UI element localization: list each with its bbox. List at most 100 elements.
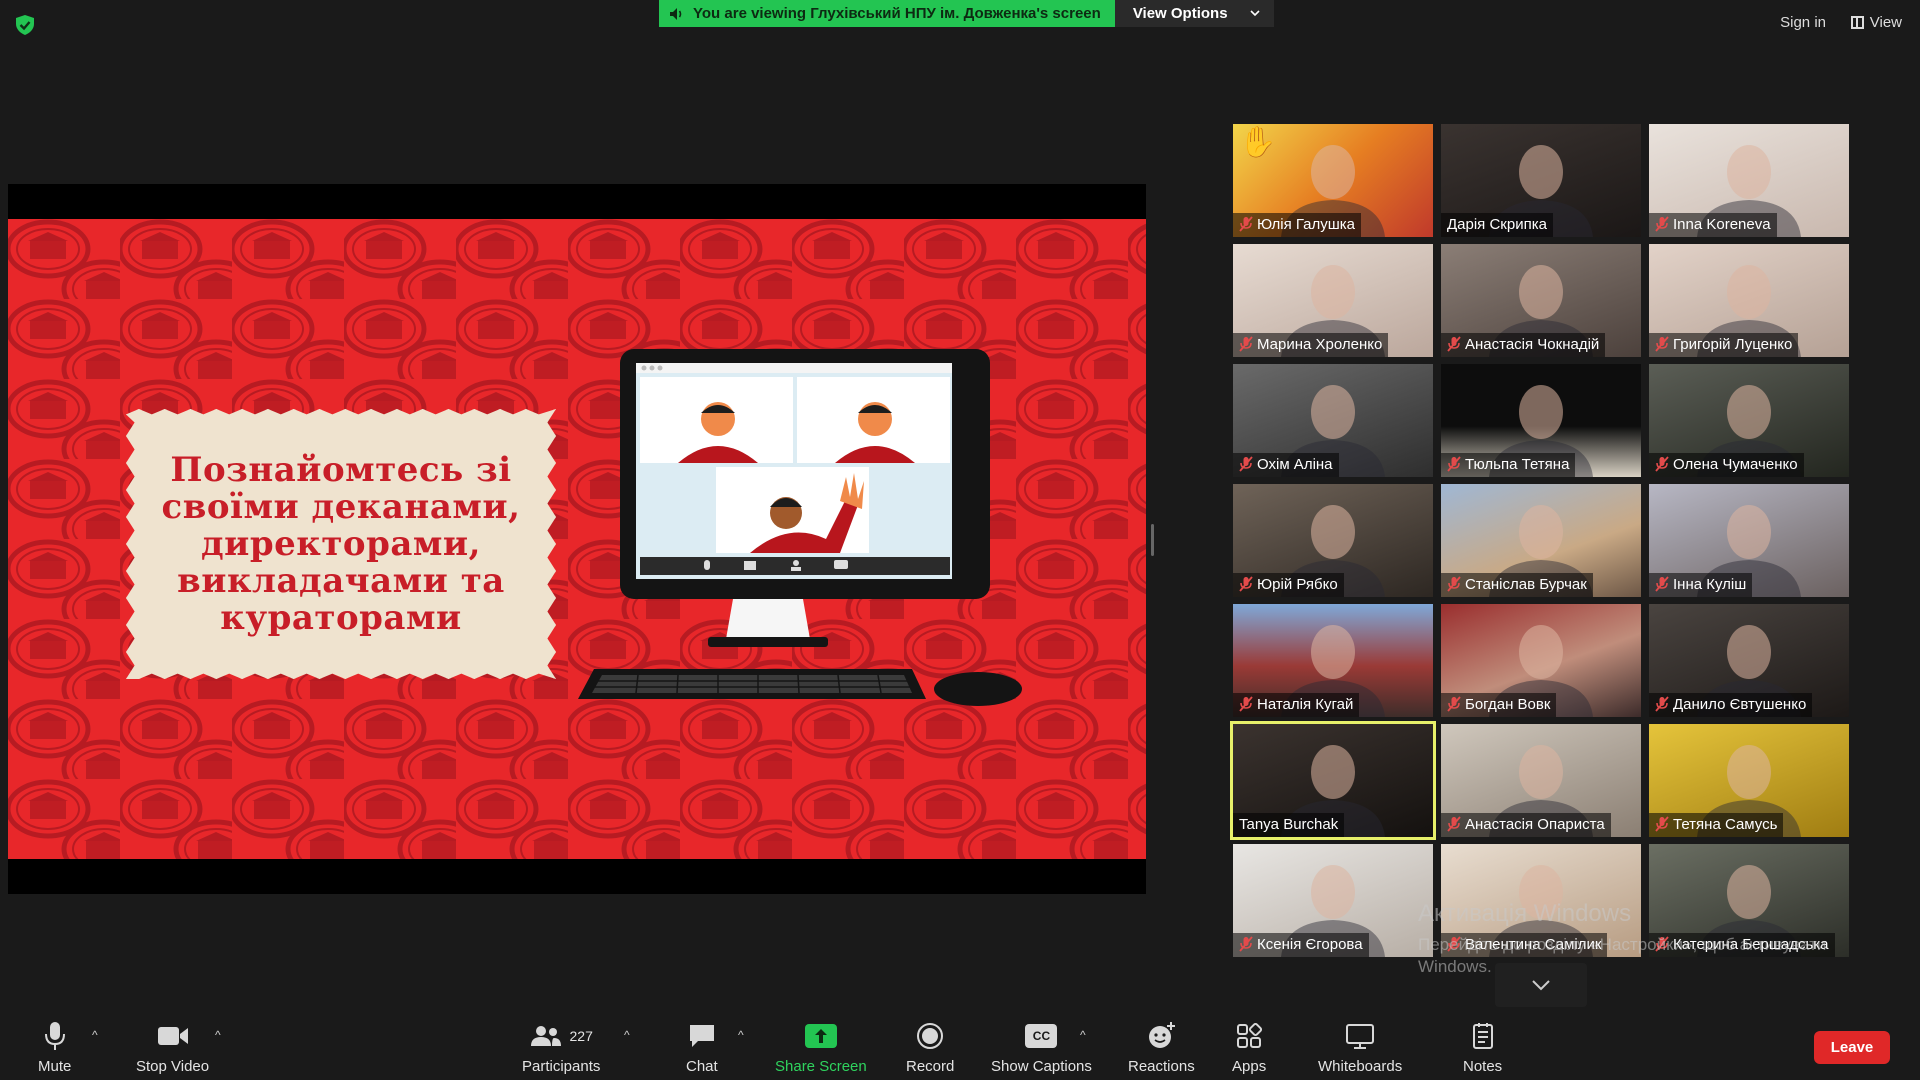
mute-label: Mute xyxy=(38,1058,72,1075)
participant-name-label: Ксенія Єгорова xyxy=(1233,933,1369,957)
stop-video-button[interactable]: Stop Video xyxy=(136,1020,209,1075)
participant-tile[interactable]: Охім Аліна xyxy=(1233,364,1433,477)
participant-tile[interactable]: Інна Куліш xyxy=(1649,484,1849,597)
record-button[interactable]: Record xyxy=(906,1020,954,1075)
whiteboard-icon xyxy=(1346,1024,1375,1049)
participant-name: Анастасія Чокнадій xyxy=(1465,335,1600,353)
audio-options-caret[interactable]: ^ xyxy=(92,1028,98,1042)
participant-name: Дарія Скрипка xyxy=(1447,215,1547,233)
participant-name-label: Богдан Вовк xyxy=(1441,693,1557,717)
participants-icon xyxy=(530,1026,561,1046)
notes-button[interactable]: Notes xyxy=(1463,1020,1502,1075)
participant-tile[interactable]: Ксенія Єгорова xyxy=(1233,844,1433,957)
watermark-title: Активація Windows xyxy=(1418,900,1632,927)
muted-microphone-icon xyxy=(1447,576,1461,592)
muted-microphone-icon xyxy=(1447,336,1461,352)
video-options-caret[interactable]: ^ xyxy=(215,1028,221,1042)
participant-name: Інна Куліш xyxy=(1673,575,1747,593)
participant-name: Наталія Кугай xyxy=(1257,695,1354,713)
participant-tile[interactable]: ✋ Юлія Галушка xyxy=(1233,124,1433,237)
participant-name: Юрій Рябко xyxy=(1257,575,1338,593)
participant-name-label: Олена Чумаченко xyxy=(1649,453,1804,477)
participant-tile[interactable]: Тетяна Самусь xyxy=(1649,724,1849,837)
participant-tile[interactable]: Станіслав Бурчак xyxy=(1441,484,1641,597)
gallery-next-page-button[interactable] xyxy=(1495,963,1587,1007)
participant-name: Данило Євтушенко xyxy=(1673,695,1807,713)
microphone-icon xyxy=(44,1022,65,1050)
participant-name-label: Анастасія Опариста xyxy=(1441,813,1611,837)
participant-tile[interactable]: Наталія Кугай xyxy=(1233,604,1433,717)
participant-name-label: Станіслав Бурчак xyxy=(1441,573,1593,597)
reactions-button[interactable]: Reactions xyxy=(1128,1020,1195,1075)
participant-name: Ксенія Єгорова xyxy=(1257,935,1363,953)
view-layout-icon xyxy=(1850,16,1864,29)
participant-name-label: Tanya Burchak xyxy=(1233,813,1345,837)
participant-tile[interactable]: Олена Чумаченко xyxy=(1649,364,1849,477)
participant-name: Марина Хроленко xyxy=(1257,335,1383,353)
captions-options-caret[interactable]: ^ xyxy=(1080,1028,1086,1042)
show-captions-button[interactable]: CC Show Captions xyxy=(991,1020,1092,1075)
participant-tile[interactable]: Анастасія Опариста xyxy=(1441,724,1641,837)
participant-tile[interactable]: Марина Хроленко xyxy=(1233,244,1433,357)
participants-label: Participants xyxy=(522,1058,601,1075)
record-label: Record xyxy=(906,1058,955,1075)
participant-tile[interactable]: Юрій Рябко xyxy=(1233,484,1433,597)
security-shield-icon[interactable] xyxy=(14,14,36,36)
participant-tile[interactable]: Григорій Луценко xyxy=(1649,244,1849,357)
stop-video-label: Stop Video xyxy=(136,1058,210,1075)
participant-tile[interactable]: Тюльпа Тетяна xyxy=(1441,364,1641,477)
notes-label: Notes xyxy=(1463,1058,1503,1075)
participant-name: Тюльпа Тетяна xyxy=(1465,455,1570,473)
whiteboards-label: Whiteboards xyxy=(1318,1058,1403,1075)
participant-name-label: Данило Євтушенко xyxy=(1649,693,1813,717)
apps-label: Apps xyxy=(1232,1058,1267,1075)
share-screen-icon xyxy=(804,1024,837,1048)
participant-name: Григорій Луценко xyxy=(1673,335,1793,353)
chat-label: Chat xyxy=(686,1058,718,1075)
muted-microphone-icon xyxy=(1447,816,1461,832)
participant-name-label: Охім Аліна xyxy=(1233,453,1339,477)
participant-name-label: Inna Koreneva xyxy=(1649,213,1777,237)
mute-button[interactable]: Mute xyxy=(38,1020,71,1075)
presentation-slide: Познайомтесь зі своїми деканами, директо… xyxy=(8,219,1146,859)
participants-options-caret[interactable]: ^ xyxy=(624,1028,630,1042)
participants-button[interactable]: 227 Participants xyxy=(522,1020,600,1075)
share-screen-button[interactable]: Share Screen xyxy=(775,1020,867,1075)
chevron-down-icon xyxy=(1249,10,1260,17)
participant-name: Тетяна Самусь xyxy=(1673,815,1778,833)
computer-illustration xyxy=(578,349,1022,706)
participant-name: Станіслав Бурчак xyxy=(1465,575,1587,593)
windows-activation-watermark: Активація Windows Перейдіть до розділу «… xyxy=(1418,900,1858,978)
chat-button[interactable]: Chat xyxy=(686,1020,718,1075)
sign-in-button[interactable]: Sign in xyxy=(1780,14,1826,31)
muted-microphone-icon xyxy=(1655,576,1669,592)
whiteboards-button[interactable]: Whiteboards xyxy=(1318,1020,1402,1075)
muted-microphone-icon xyxy=(1239,456,1253,472)
apps-button[interactable]: Apps xyxy=(1232,1020,1266,1075)
closed-captions-icon: CC xyxy=(1025,1024,1058,1048)
view-options-button[interactable]: View Options xyxy=(1114,0,1274,27)
participant-tile[interactable]: Дарія Скрипка xyxy=(1441,124,1641,237)
video-camera-icon xyxy=(157,1027,188,1045)
participant-tile[interactable]: Богдан Вовк xyxy=(1441,604,1641,717)
slide-title: Познайомтесь зі своїми деканами, директо… xyxy=(161,449,521,638)
muted-microphone-icon xyxy=(1655,336,1669,352)
participant-tile[interactable]: Tanya Burchak xyxy=(1230,721,1436,840)
meeting-toolbar: Mute ^ Stop Video ^ 227 Participants ^ C… xyxy=(0,1012,1920,1080)
leave-button[interactable]: Leave xyxy=(1814,1031,1890,1064)
participant-name-label: Тетяна Самусь xyxy=(1649,813,1784,837)
participant-name-label: Дарія Скрипка xyxy=(1441,213,1553,237)
speaker-icon xyxy=(670,7,682,20)
apps-icon xyxy=(1237,1023,1263,1048)
participant-name: Охім Аліна xyxy=(1257,455,1333,473)
participant-name: Tanya Burchak xyxy=(1239,815,1339,833)
chat-options-caret[interactable]: ^ xyxy=(738,1028,744,1042)
view-button[interactable]: View xyxy=(1850,14,1902,31)
participant-tile[interactable]: Анастасія Чокнадій xyxy=(1441,244,1641,357)
participant-tile[interactable]: Inna Koreneva xyxy=(1649,124,1849,237)
participant-name-label: Інна Куліш xyxy=(1649,573,1753,597)
view-options-label: View Options xyxy=(1132,5,1228,22)
panel-resize-handle[interactable] xyxy=(1151,524,1154,556)
shared-screen[interactable]: Познайомтесь зі своїми деканами, директо… xyxy=(8,184,1146,894)
participant-tile[interactable]: Данило Євтушенко xyxy=(1649,604,1849,717)
